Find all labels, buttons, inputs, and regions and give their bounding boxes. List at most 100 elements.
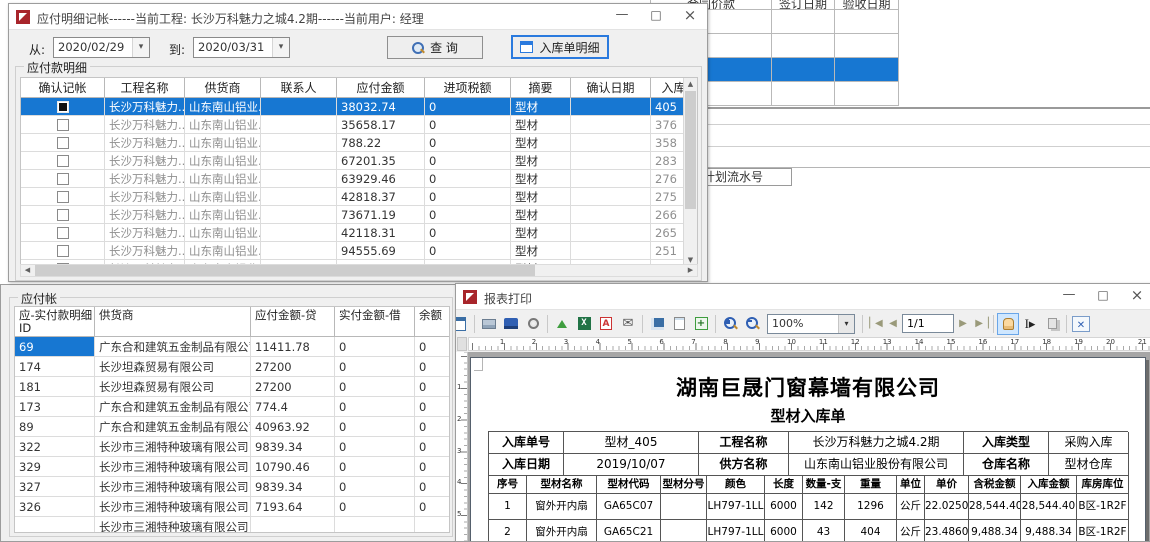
scrollbar-thumb[interactable] [685,91,696,209]
confirm-checkbox[interactable] [57,245,69,257]
to-date-combo[interactable]: 2020/03/31 [193,37,290,58]
table-row[interactable]: 长沙市三湘特种玻璃有限公司 [15,517,449,533]
column-header[interactable]: 确认记帐 [21,78,105,98]
cell-contact [261,98,337,116]
excel-export-icon[interactable] [573,313,595,335]
table-row[interactable]: 329长沙市三湘特种玻璃有限公司10790.4600 [15,457,449,477]
column-header[interactable]: 确认日期 [571,78,651,98]
zoom-out-icon[interactable] [741,313,763,335]
cell-supplier: 山东南山铝业... [185,116,261,134]
minimize-icon[interactable] [1052,284,1086,308]
cell-payable: 9839.34 [251,437,335,457]
table-row[interactable]: 长沙万科魅力...山东南山铝业...38032.740型材405 [21,98,697,116]
table-row[interactable]: 长沙万科魅力...山东南山铝业...788.220型材358 [21,134,697,152]
column-header[interactable]: 联系人 [261,78,337,98]
chevron-down-icon[interactable] [272,38,289,57]
column-header[interactable]: 实付金额-借 [335,307,415,337]
open-icon[interactable] [500,313,522,335]
ruler-number: 6 [659,338,663,346]
column-header[interactable]: 工程名称 [105,78,185,98]
column-header[interactable]: 供货商 [185,78,261,98]
page-number-input[interactable] [902,314,954,333]
table-row[interactable]: 长沙万科魅力...山东南山铝业...73671.190型材266 [21,206,697,224]
table-row[interactable]: 174长沙坦森贸易有限公司2720000 [15,357,449,377]
pan-hand-icon[interactable] [997,313,1019,335]
settings-icon[interactable] [522,313,544,335]
table-row[interactable]: 长沙万科魅力...山东南山铝业...42818.370型材275 [21,188,697,206]
column-header[interactable]: 应付金额-贷 [251,307,335,337]
scroll-left-icon[interactable] [21,265,34,276]
title-bar[interactable]: 应付明细记帐------当前工程: 长沙万科魅力之城4.2期------当前用户… [9,4,707,30]
close-icon[interactable] [673,4,707,28]
previous-page-icon[interactable] [884,315,902,333]
email-icon[interactable] [617,313,639,335]
scroll-up-icon[interactable] [684,78,697,90]
confirm-checkbox[interactable] [57,101,69,113]
cell [772,82,835,106]
close-preview-icon[interactable] [1070,313,1092,335]
table-row[interactable]: 322长沙市三湘特种玻璃有限公司9839.3400 [15,437,449,457]
table-row[interactable]: 326长沙市三湘特种玻璃有限公司7193.6400 [15,497,449,517]
table-row[interactable]: 长沙万科魅力...山东南山铝业...42118.310型材265 [21,224,697,242]
ruler-number: 2 [457,415,461,423]
print-preview-area[interactable]: 12345 湖南巨晟门窗幕墙有限公司 型材入库单 入库单号型材_405工程名称长… [456,352,1150,541]
table-row[interactable]: 长沙万科魅力...山东南山铝业...67201.350型材283 [21,152,697,170]
maximize-icon[interactable] [1086,284,1120,308]
confirm-checkbox[interactable] [57,137,69,149]
info-label: 供方名称 [699,454,789,476]
column-header[interactable]: 余额 [415,307,450,337]
table-row[interactable]: 327长沙市三湘特种玻璃有限公司9839.3400 [15,477,449,497]
confirm-checkbox[interactable] [57,119,69,131]
confirm-checkbox[interactable] [57,191,69,203]
pdf-export-icon[interactable] [595,313,617,335]
inbound-detail-button[interactable]: 入库单明细 [511,35,609,59]
zoom-level-combo[interactable]: 100% [767,314,855,334]
horizontal-scrollbar[interactable] [20,264,698,277]
maximize-icon[interactable] [639,4,673,28]
query-button-label: 查 询 [430,39,458,56]
close-icon[interactable] [1120,284,1150,308]
cell-project: 长沙万科魅力... [105,188,185,206]
last-page-icon[interactable] [972,315,990,333]
table-row[interactable]: 长沙万科魅力...山东南山铝业...63929.460型材276 [21,170,697,188]
table-row[interactable]: 89广东合和建筑五金制品有限公司40963.9200 [15,417,449,437]
confirm-checkbox[interactable] [57,155,69,167]
export-icon[interactable] [551,313,573,335]
group-title: 应付帐 [18,290,60,307]
confirm-checkbox[interactable] [57,209,69,221]
print-icon[interactable] [478,313,500,335]
table-row[interactable]: 173广东合和建筑五金制品有限公司774.400 [15,397,449,417]
save-icon[interactable] [646,313,668,335]
cell-summary: 型材 [511,116,571,134]
column-header[interactable]: 供货商 [95,307,251,337]
vertical-scrollbar[interactable] [683,78,697,266]
group-title: 应付款明细 [24,59,90,76]
cell-paid: 0 [335,417,415,437]
add-page-icon[interactable] [690,313,712,335]
chevron-down-icon[interactable] [132,38,149,57]
next-page-icon[interactable] [954,315,972,333]
copy-icon[interactable] [1041,313,1063,335]
page-setup-icon[interactable] [668,313,690,335]
first-page-icon[interactable] [866,315,884,333]
column-header[interactable]: 进项税额 [425,78,511,98]
query-button[interactable]: 查 询 [387,36,483,59]
confirm-checkbox[interactable] [57,227,69,239]
table-row[interactable]: 181长沙坦森贸易有限公司2720000 [15,377,449,397]
table-row[interactable]: 长沙万科魅力...山东南山铝业...94555.690型材251 [21,242,697,260]
title-bar[interactable]: 报表打印 [456,284,1150,310]
zoom-in-icon[interactable] [719,313,741,335]
scroll-right-icon[interactable] [684,265,697,276]
table-row[interactable]: 长沙万科魅力...山东南山铝业...35658.170型材376 [21,116,697,134]
design-icon[interactable] [456,313,471,335]
text-select-icon[interactable] [1019,313,1041,335]
table-row[interactable]: 69广东合和建筑五金制品有限公司11411.7800 [15,337,449,357]
column-header[interactable]: 摘要 [511,78,571,98]
scrollbar-thumb[interactable] [35,265,535,276]
from-date-combo[interactable]: 2020/02/29 [53,37,150,58]
confirm-checkbox[interactable] [57,173,69,185]
column-header[interactable]: 应付金额 [337,78,425,98]
minimize-icon[interactable] [605,4,639,28]
chevron-down-icon[interactable] [838,315,854,333]
column-header[interactable]: 应-实付款明细ID [15,307,95,337]
